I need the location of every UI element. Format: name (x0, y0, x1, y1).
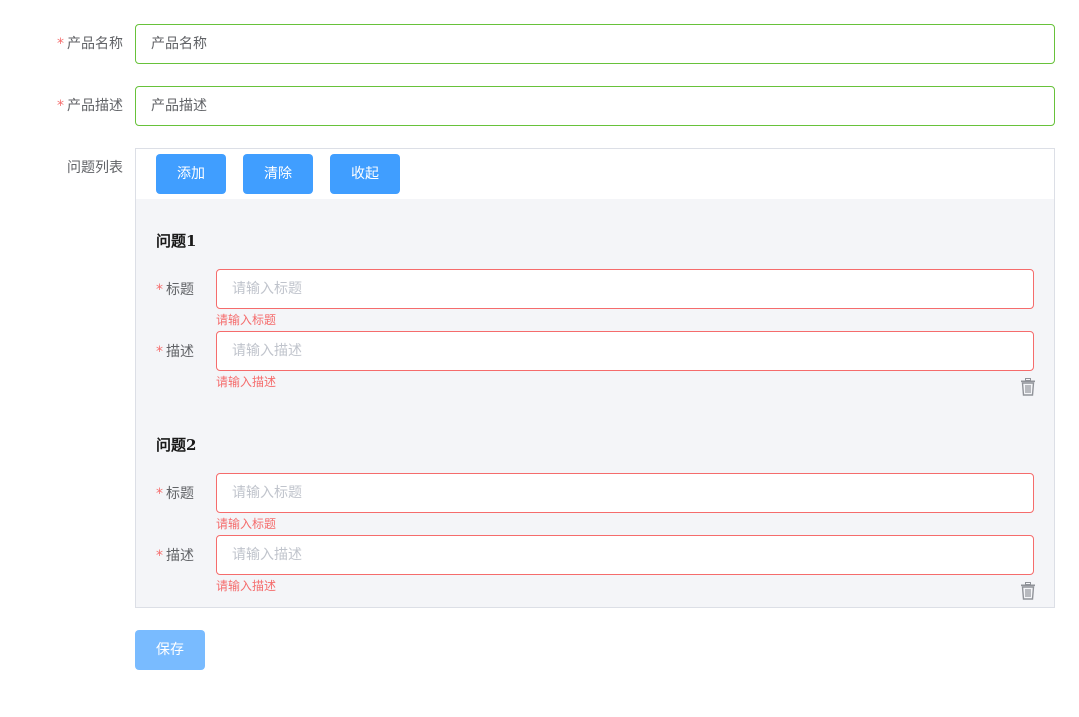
required-mark: * (57, 98, 64, 114)
question-desc-label: * 描述 (156, 546, 194, 566)
question-desc-error: 请输入描述 (216, 579, 277, 593)
product-desc-value: 产品描述 (151, 98, 207, 114)
required-mark: * (156, 486, 163, 502)
question-title-error: 请输入标题 (216, 313, 277, 327)
question-desc-placeholder: 请输入描述 (232, 547, 302, 563)
question-desc-label-text: 描述 (166, 548, 194, 564)
add-button[interactable]: 添加 (156, 154, 226, 194)
product-desc-label: * 产品描述 (0, 96, 123, 116)
question-list-panel: 添加 清除 收起 问题1 * 标题 请输入标题 请输入标题 * 描述 请输入描述 请… (135, 148, 1055, 608)
question-desc-label-text: 描述 (166, 344, 194, 360)
save-button[interactable]: 保存 (135, 630, 205, 670)
product-desc-label-text: 产品描述 (67, 98, 123, 114)
question-desc-label: * 描述 (156, 342, 194, 362)
required-mark: * (156, 282, 163, 298)
question-title-label: * 标题 (156, 280, 194, 300)
question-title-input[interactable]: 请输入标题 (216, 269, 1034, 309)
collapse-button[interactable]: 收起 (330, 154, 400, 194)
question-desc-placeholder: 请输入描述 (232, 343, 302, 359)
question-desc-input[interactable]: 请输入描述 (216, 331, 1034, 371)
question-title-placeholder: 请输入标题 (232, 281, 302, 297)
question-list-label: 问题列表 (67, 160, 123, 176)
product-name-label: * 产品名称 (0, 34, 123, 54)
question-title-input[interactable]: 请输入标题 (216, 473, 1034, 513)
question-title: 问题1 (156, 232, 197, 250)
question-title-placeholder: 请输入标题 (232, 485, 302, 501)
clear-button[interactable]: 清除 (243, 154, 313, 194)
question-toolbar: 添加 清除 收起 (136, 149, 1054, 199)
product-name-input[interactable]: 产品名称 (135, 24, 1055, 64)
question-title: 问题2 (156, 436, 197, 454)
product-name-value: 产品名称 (151, 36, 207, 52)
trash-icon[interactable] (1020, 582, 1036, 600)
question-title-label-text: 标题 (166, 282, 194, 298)
trash-icon[interactable] (1020, 378, 1036, 396)
product-name-label-text: 产品名称 (67, 36, 123, 52)
required-mark: * (156, 344, 163, 360)
required-mark: * (156, 548, 163, 564)
question-desc-error: 请输入描述 (216, 375, 277, 389)
question-title-error: 请输入标题 (216, 517, 277, 531)
question-title-label-text: 标题 (166, 486, 194, 502)
question-desc-input[interactable]: 请输入描述 (216, 535, 1034, 575)
product-desc-input[interactable]: 产品描述 (135, 86, 1055, 126)
required-mark: * (57, 36, 64, 52)
question-title-label: * 标题 (156, 484, 194, 504)
